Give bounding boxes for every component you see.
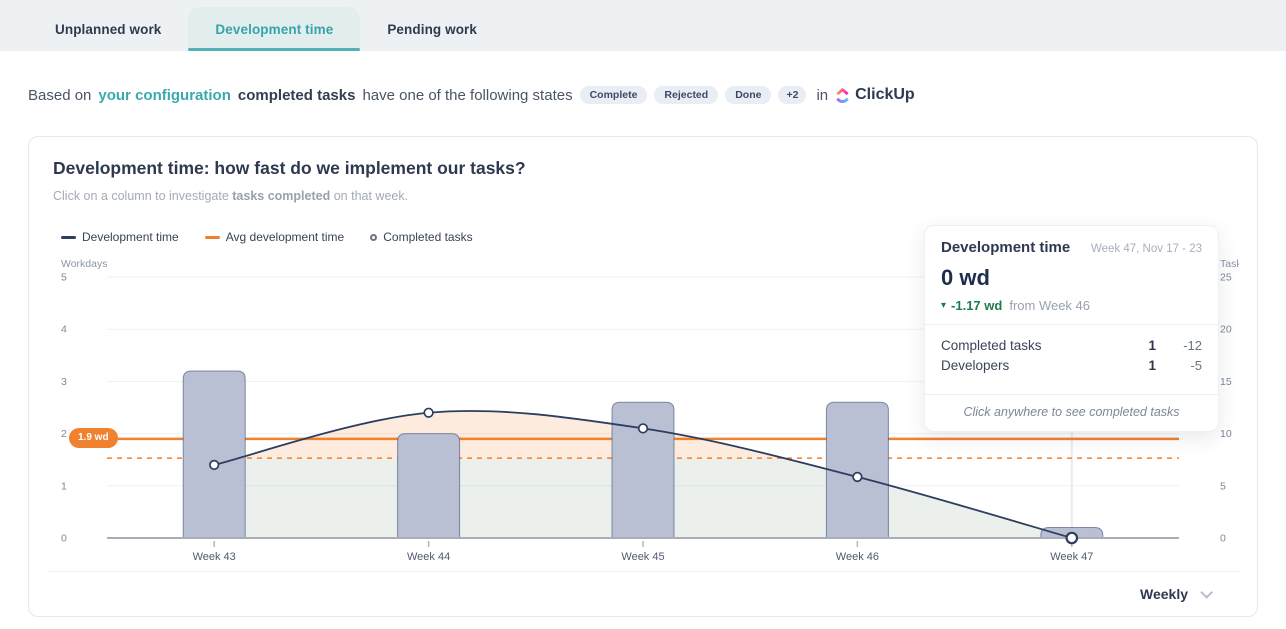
right-axis-title: Tasks (1220, 258, 1239, 270)
marker-week-45 (639, 424, 648, 433)
tooltip-row-label: Completed tasks (941, 338, 1116, 353)
legend-label: Completed tasks (383, 230, 472, 244)
tooltip-row-value: 1 (1116, 338, 1156, 353)
right-axis-tick: 20 (1220, 324, 1232, 336)
avg-line-badge: 1.9 wd (69, 428, 118, 448)
description-prefix: Based on (28, 87, 91, 104)
tooltip-row-value: 1 (1116, 358, 1156, 373)
tooltip-delta-row: ▾ -1.17 wd from Week 46 (941, 298, 1202, 313)
legend-development-time: Development time (61, 230, 179, 244)
legend-label: Development time (82, 230, 179, 244)
tooltip-row-label: Developers (941, 358, 1116, 373)
x-label-week-44: Week 44 (407, 551, 450, 563)
right-axis-tick: 0 (1220, 533, 1226, 545)
subtitle-suffix: on that week. (334, 189, 408, 203)
configuration-link[interactable]: your configuration (98, 87, 231, 104)
tab-development-time[interactable]: Development time (188, 7, 360, 51)
x-label-week-43: Week 43 (193, 551, 236, 563)
interval-select[interactable]: Weekly (1140, 579, 1209, 609)
left-axis-tick: 4 (61, 324, 67, 336)
description-connector: in (816, 87, 828, 104)
tab-unplanned-work[interactable]: Unplanned work (28, 7, 188, 51)
legend-line-swatch (61, 236, 76, 239)
right-axis-tick: 5 (1220, 480, 1226, 492)
marker-week-43 (210, 461, 219, 470)
tab-pending-work[interactable]: Pending work (360, 7, 504, 51)
description-suffix: have one of the following states (362, 87, 572, 104)
marker-week-47 (1067, 533, 1077, 543)
left-axis-tick: 0 (61, 533, 67, 545)
tooltip-row-delta: -5 (1156, 358, 1202, 373)
left-axis-tick: 2 (61, 428, 67, 440)
marker-week-46 (853, 473, 862, 482)
tooltip-row-completed-tasks: Completed tasks 1 -12 (941, 335, 1202, 355)
right-axis-tick: 15 (1220, 376, 1232, 388)
legend-marker-swatch (370, 234, 377, 241)
x-label-week-47: Week 47 (1050, 551, 1093, 563)
caret-down-icon: ▾ (941, 300, 946, 311)
card-title: Development time: how fast do we impleme… (53, 158, 526, 179)
tab-bar: Unplanned work Development time Pending … (0, 0, 1286, 51)
description-row: Based on your configuration completed ta… (28, 82, 915, 108)
right-axis-tick: 25 (1220, 272, 1232, 284)
card-subtitle: Click on a column to investigate tasks c… (53, 189, 408, 203)
tooltip-delta-suffix: from Week 46 (1009, 298, 1090, 313)
bar-week-45[interactable] (612, 402, 674, 538)
state-badge-complete: Complete (580, 86, 648, 105)
bar-week-43[interactable] (183, 371, 245, 538)
bar-week-46[interactable] (826, 402, 888, 538)
chevron-down-icon (1200, 586, 1213, 599)
tooltip-delta-value: -1.17 wd (951, 298, 1002, 313)
x-label-week-46: Week 46 (836, 551, 879, 563)
legend-label: Avg development time (226, 230, 345, 244)
clickup-brand: ClickUp (835, 86, 915, 104)
card-footer-divider (47, 571, 1239, 572)
clickup-logo-icon (835, 88, 850, 103)
chart-tooltip: Development time Week 47, Nov 17 - 23 0 … (924, 225, 1219, 432)
legend-avg-development-time: Avg development time (205, 230, 345, 244)
state-badge-rejected: Rejected (654, 86, 718, 105)
subtitle-bold: tasks completed (232, 189, 330, 203)
tooltip-value: 0 wd (941, 265, 1202, 291)
clickup-label: ClickUp (855, 86, 915, 104)
state-badge-done: Done (725, 86, 771, 105)
left-axis-title: Workdays (61, 258, 108, 270)
legend-line-swatch (205, 236, 220, 239)
state-badge-more[interactable]: +2 (778, 86, 806, 105)
tooltip-row-delta: -12 (1156, 338, 1202, 353)
interval-label: Weekly (1140, 586, 1188, 602)
left-axis-tick: 1 (61, 480, 67, 492)
tooltip-footer-hint: Click anywhere to see completed tasks (941, 395, 1202, 431)
x-label-week-45: Week 45 (621, 551, 664, 563)
tooltip-title: Development time (941, 239, 1070, 256)
tooltip-row-developers: Developers 1 -5 (941, 355, 1202, 375)
marker-week-44 (424, 408, 433, 417)
chart-legend: Development time Avg development time Co… (61, 230, 473, 244)
subtitle-prefix: Click on a column to investigate (53, 189, 229, 203)
tooltip-period: Week 47, Nov 17 - 23 (1091, 243, 1202, 255)
legend-completed-tasks: Completed tasks (370, 230, 472, 244)
left-axis-tick: 5 (61, 272, 67, 284)
bar-week-44[interactable] (398, 434, 460, 538)
right-axis-tick: 10 (1220, 428, 1232, 440)
description-bold: completed tasks (238, 87, 356, 104)
development-time-card: Development time: how fast do we impleme… (28, 136, 1258, 617)
left-axis-tick: 3 (61, 376, 67, 388)
